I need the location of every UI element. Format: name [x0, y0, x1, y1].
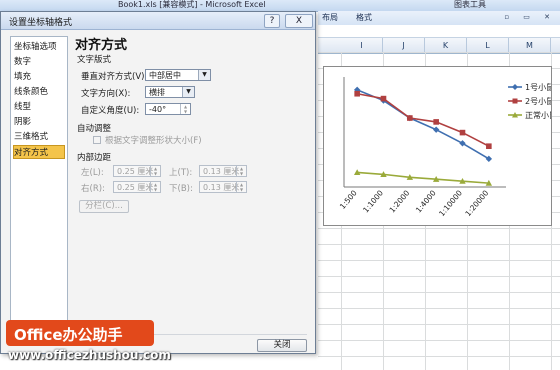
right-margin-input[interactable]: 0.25 厘米 ▲ ▼	[113, 181, 161, 193]
nav-item-line-style[interactable]: 线型	[14, 100, 64, 114]
watermark-badge-text: Office办公助手	[14, 326, 123, 344]
column-header-m[interactable]: M	[509, 38, 551, 53]
alignment-panel: 对齐方式 文字版式 垂直对齐方式(V): 中部居中 ▼ 文字方向(X): 横排 …	[73, 34, 313, 324]
x-tick-label: 1:10000	[437, 188, 464, 218]
category-nav: 坐标轴选项 数字 填充 线条颜色 线型 阴影 三维格式 对齐方式	[10, 36, 68, 324]
left-margin-value: 0.25 厘米	[117, 167, 154, 176]
legend-label: 2号小鼠	[525, 97, 551, 106]
legend-marker	[512, 84, 518, 90]
excel-window-controls[interactable]: ▫ ▭ ✕	[504, 13, 556, 21]
x-tick-label: 1:500	[338, 188, 359, 211]
data-point	[459, 129, 466, 136]
autofit-checkbox-label: 根据文字调整形状大小(F)	[105, 136, 202, 146]
left-margin-input[interactable]: 0.25 厘米 ▲ ▼	[113, 165, 161, 177]
nav-item-line-color[interactable]: 线条颜色	[14, 85, 64, 99]
vertical-align-label: 垂直对齐方式(V):	[81, 72, 148, 82]
legend-marker	[512, 98, 518, 104]
data-point	[407, 115, 413, 121]
panel-heading: 对齐方式	[75, 38, 128, 53]
vertical-align-value: 中部居中	[149, 71, 181, 80]
spin-arrows-icon[interactable]: ▲ ▼	[150, 166, 160, 176]
ribbon-tab-format[interactable]: 格式	[356, 12, 372, 23]
spin-arrows-icon[interactable]: ▲ ▼	[236, 166, 246, 176]
right-margin-label: 右(R):	[81, 184, 105, 194]
column-header-k[interactable]: K	[425, 38, 467, 53]
spin-arrows-icon[interactable]: ▲ ▼	[180, 104, 190, 114]
column-header-l[interactable]: L	[467, 38, 509, 53]
legend-label: 1号小鼠	[525, 83, 551, 92]
dialog-title-bar[interactable]: 设置坐标轴格式 ? X	[1, 12, 315, 30]
dialog-close-icon[interactable]: X	[285, 14, 313, 28]
top-margin-label: 上(T):	[169, 168, 193, 178]
x-tick-label: 1:4000	[414, 188, 438, 214]
text-layout-section-label: 文字版式	[77, 55, 112, 65]
spin-arrows-icon[interactable]: ▲ ▼	[236, 182, 246, 192]
bottom-margin-input[interactable]: 0.13 厘米 ▲ ▼	[199, 181, 247, 193]
data-point	[433, 119, 439, 125]
custom-angle-label: 自定义角度(U):	[81, 106, 140, 116]
data-point	[354, 90, 360, 97]
series-line	[357, 171, 489, 184]
series-line	[356, 89, 490, 160]
text-direction-dropdown[interactable]: 横排 ▼	[145, 86, 195, 98]
vertical-align-dropdown[interactable]: 中部居中 ▼	[145, 69, 211, 81]
x-tick-label: 1:1000	[361, 188, 385, 214]
series-line	[357, 92, 490, 147]
chart-plot: 1:500 1:1000 1:2000 1:4000 1:10000 1:20000 1号小…	[338, 77, 551, 218]
dialog-title: 设置坐标轴格式	[9, 18, 73, 28]
chevron-down-icon: ▼	[198, 70, 210, 80]
legend-label: 正常小鼠	[525, 111, 551, 120]
columns-button[interactable]: 分栏(C)...	[79, 200, 129, 213]
data-point	[380, 95, 387, 102]
bottom-margin-value: 0.13 厘米	[203, 183, 240, 192]
nav-item-fill[interactable]: 填充	[14, 70, 64, 84]
chart-tools-label: 图表工具	[454, 0, 486, 9]
top-margin-input[interactable]: 0.13 厘米 ▲ ▼	[199, 165, 247, 177]
bottom-margin-label: 下(B):	[169, 184, 193, 194]
column-header-j[interactable]: J	[383, 38, 425, 53]
data-point	[486, 143, 492, 149]
excel-ribbon: 布局 格式 ▫ ▭ ✕	[318, 11, 560, 26]
format-axis-dialog: 设置坐标轴格式 ? X 坐标轴选项 数字 填充 线条颜色 线型 阴影 三维格式 …	[0, 11, 316, 354]
left-margin-label: 左(L):	[81, 168, 104, 178]
x-tick-label: 1:2000	[388, 188, 412, 214]
x-tick-label: 1:20000	[463, 188, 490, 218]
line-chart[interactable]: 1:500 1:1000 1:2000 1:4000 1:10000 1:20000 1号小…	[323, 66, 552, 226]
right-margin-value: 0.25 厘米	[117, 183, 154, 192]
chevron-down-icon: ▼	[182, 87, 194, 97]
internal-margin-section-label: 内部边距	[77, 153, 112, 163]
text-direction-label: 文字方向(X):	[81, 89, 131, 99]
excel-window-title: Book1.xls [兼容模式] - Microsoft Excel	[118, 0, 266, 9]
close-button[interactable]: 关闭	[257, 339, 307, 352]
nav-item-axis-options[interactable]: 坐标轴选项	[14, 40, 64, 54]
nav-item-number[interactable]: 数字	[14, 55, 64, 69]
top-margin-value: 0.13 厘米	[203, 167, 240, 176]
autofit-section-label: 自动调整	[77, 124, 112, 134]
nav-item-3d-format[interactable]: 三维格式	[14, 130, 64, 144]
spin-arrows-icon[interactable]: ▲ ▼	[150, 182, 160, 192]
watermark-badge: Office办公助手	[6, 320, 154, 346]
watermark-url: www.officezhushou.com	[8, 348, 171, 362]
data-point	[432, 126, 440, 133]
custom-angle-input[interactable]: -40° ▲ ▼	[145, 103, 191, 115]
ribbon-tab-layout[interactable]: 布局	[322, 12, 338, 23]
autofit-checkbox[interactable]	[93, 136, 101, 144]
custom-angle-value: -40°	[149, 105, 167, 114]
help-button[interactable]: ?	[264, 14, 280, 28]
nav-item-shadow[interactable]: 阴影	[14, 115, 64, 129]
column-header-i[interactable]: I	[341, 38, 383, 53]
text-direction-value: 横排	[149, 88, 165, 97]
nav-item-alignment[interactable]: 对齐方式	[13, 145, 65, 159]
